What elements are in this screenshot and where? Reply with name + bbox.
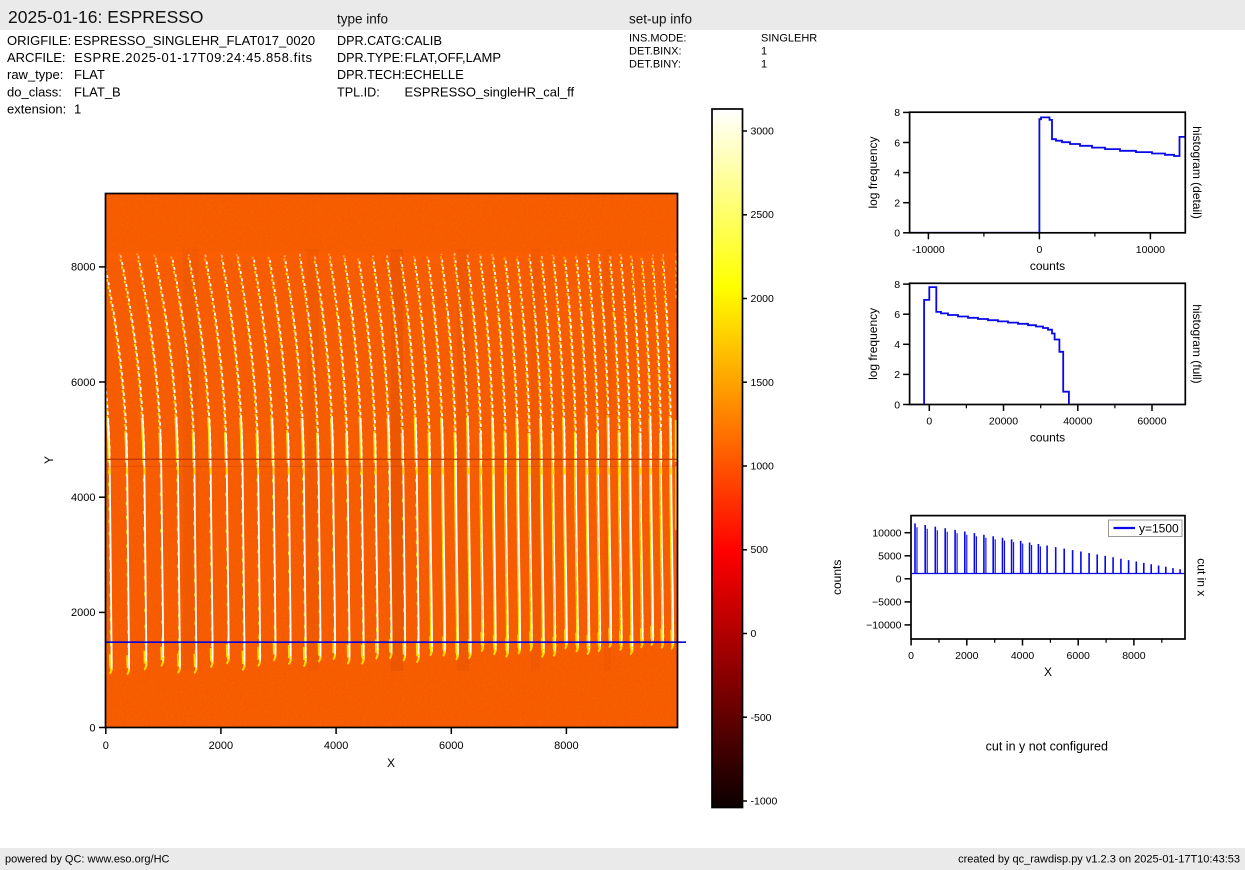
svg-text:0: 0: [103, 740, 109, 752]
svg-text:1: 1: [761, 59, 767, 71]
svg-text:8: 8: [894, 107, 900, 119]
svg-text:2000: 2000: [71, 607, 95, 619]
svg-text:DPR.TECH:: DPR.TECH:: [337, 68, 405, 82]
svg-text:20000: 20000: [989, 416, 1018, 428]
svg-text:DET.BINX:: DET.BINX:: [629, 46, 682, 58]
svg-text:3000: 3000: [751, 126, 775, 138]
svg-text:1000: 1000: [751, 461, 775, 473]
svg-text:log frequency: log frequency: [866, 308, 880, 380]
svg-text:0: 0: [894, 399, 900, 411]
svg-text:set-up info: set-up info: [629, 12, 692, 27]
svg-text:6: 6: [894, 137, 900, 149]
svg-text:4000: 4000: [71, 492, 95, 504]
svg-text:cut in y not configured: cut in y not configured: [986, 740, 1108, 754]
svg-text:5000: 5000: [878, 551, 902, 563]
svg-text:INS.MODE:: INS.MODE:: [629, 33, 686, 45]
svg-text:TPL.ID:: TPL.ID:: [337, 85, 380, 99]
svg-text:cut in x: cut in x: [1195, 558, 1209, 596]
svg-text:ESPRESSO_singleHR_cal_ff: ESPRESSO_singleHR_cal_ff: [405, 84, 575, 99]
svg-text:SINGLEHR: SINGLEHR: [761, 33, 817, 45]
svg-text:Y: Y: [42, 456, 56, 464]
svg-text:type info: type info: [337, 12, 388, 27]
svg-text:4: 4: [894, 167, 900, 179]
svg-text:X: X: [1044, 665, 1052, 679]
svg-text:1: 1: [761, 46, 767, 58]
svg-text:1500: 1500: [751, 377, 775, 389]
svg-text:DPR.CATG:: DPR.CATG:: [337, 34, 405, 48]
svg-text:ESPRESSO_SINGLEHR_FLAT017_0020: ESPRESSO_SINGLEHR_FLAT017_0020: [74, 33, 315, 48]
svg-text:histogram (full): histogram (full): [1190, 304, 1204, 383]
svg-text:extension:: extension:: [7, 101, 66, 116]
svg-text:do_class:: do_class:: [7, 84, 62, 99]
svg-text:FLAT: FLAT: [74, 67, 105, 82]
svg-text:0: 0: [751, 628, 757, 640]
svg-text:−10000: −10000: [866, 620, 901, 632]
svg-text:2: 2: [894, 369, 900, 381]
svg-text:log frequency: log frequency: [866, 136, 880, 208]
svg-text:ARCFILE:: ARCFILE:: [7, 50, 66, 65]
svg-text:2: 2: [894, 198, 900, 210]
svg-text:ECHELLE: ECHELLE: [405, 67, 465, 82]
svg-text:DET.BINY:: DET.BINY:: [629, 59, 681, 71]
svg-text:0: 0: [908, 650, 914, 662]
svg-text:60000: 60000: [1137, 416, 1166, 428]
svg-text:0: 0: [894, 228, 900, 240]
svg-text:2025-01-16: ESPRESSO: 2025-01-16: ESPRESSO: [8, 7, 204, 27]
svg-text:4000: 4000: [1011, 650, 1035, 662]
svg-text:powered by QC: www.eso.org/HC: powered by QC: www.eso.org/HC: [5, 854, 170, 866]
svg-text:4: 4: [894, 339, 900, 351]
svg-text:2000: 2000: [751, 293, 775, 305]
svg-text:histogram (detail): histogram (detail): [1190, 126, 1204, 219]
svg-text:8000: 8000: [1122, 650, 1146, 662]
svg-text:6000: 6000: [439, 740, 463, 752]
svg-text:0: 0: [1036, 244, 1042, 256]
svg-text:-500: -500: [751, 712, 772, 724]
svg-text:6000: 6000: [71, 377, 95, 389]
svg-text:ESPRE.2025-01-17T09:24:45.858.: ESPRE.2025-01-17T09:24:45.858.fits: [74, 50, 313, 65]
svg-text:0: 0: [926, 416, 932, 428]
svg-text:-10000: -10000: [912, 244, 945, 256]
svg-text:8000: 8000: [554, 740, 578, 752]
svg-text:40000: 40000: [1063, 416, 1092, 428]
svg-text:counts: counts: [1030, 259, 1065, 273]
svg-text:created by qc_rawdisp.py v1.2.: created by qc_rawdisp.py v1.2.3 on 2025-…: [958, 854, 1240, 866]
svg-text:2500: 2500: [751, 209, 775, 221]
svg-text:X: X: [387, 756, 395, 770]
svg-text:8: 8: [894, 279, 900, 291]
svg-text:2000: 2000: [209, 740, 233, 752]
svg-text:6000: 6000: [1067, 650, 1091, 662]
svg-text:CALIB: CALIB: [405, 33, 443, 48]
svg-text:ORIGFILE:: ORIGFILE:: [7, 33, 71, 48]
svg-text:6: 6: [894, 309, 900, 321]
svg-text:DPR.TYPE:: DPR.TYPE:: [337, 51, 403, 65]
svg-text:1: 1: [74, 101, 81, 116]
svg-text:counts: counts: [1030, 431, 1065, 445]
svg-text:0: 0: [89, 722, 95, 734]
svg-text:10000: 10000: [1136, 244, 1165, 256]
svg-text:counts: counts: [830, 560, 844, 595]
svg-text:2000: 2000: [955, 650, 979, 662]
svg-text:-1000: -1000: [751, 796, 778, 808]
svg-text:10000: 10000: [872, 528, 901, 540]
svg-text:y=1500: y=1500: [1139, 522, 1179, 536]
svg-text:FLAT,OFF,LAMP: FLAT,OFF,LAMP: [405, 50, 502, 65]
svg-text:0: 0: [896, 574, 902, 586]
svg-text:4000: 4000: [324, 740, 348, 752]
svg-text:−5000: −5000: [872, 597, 902, 609]
svg-text:raw_type:: raw_type:: [7, 67, 63, 82]
svg-text:FLAT_B: FLAT_B: [74, 84, 121, 99]
svg-text:8000: 8000: [71, 262, 95, 274]
svg-text:500: 500: [751, 544, 769, 556]
